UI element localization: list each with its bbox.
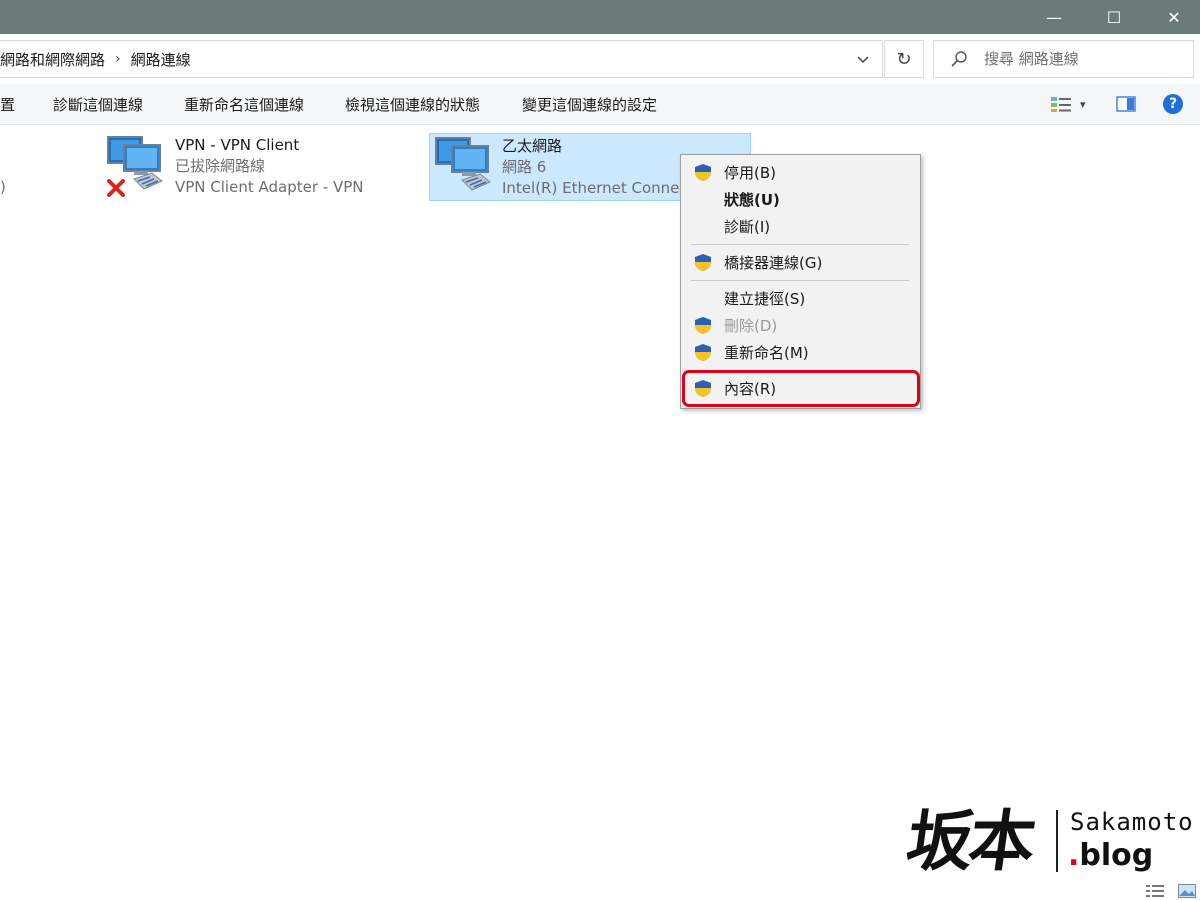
watermark-blog-text: blog	[1079, 838, 1154, 873]
change-view-button[interactable]: ▾	[1050, 84, 1086, 124]
connection-name: VPN - VPN Client	[175, 136, 300, 154]
connection-text: 乙太網路 網路 6 Intel(R) Ethernet Connec	[502, 136, 688, 199]
status-view-toggles	[1146, 884, 1196, 898]
breadcrumb-chevron-icon[interactable]: ›	[115, 51, 121, 67]
diagnose-connection-button[interactable]: 診斷這個連線	[53, 84, 143, 124]
annotation-highlight-box	[682, 370, 920, 407]
maximize-button[interactable]: ☐	[1084, 0, 1144, 34]
breadcrumb-network-internet[interactable]: 網路和網際網路	[0, 49, 105, 70]
menu-separator	[691, 280, 909, 281]
help-button[interactable]: ?	[1163, 84, 1183, 124]
minimize-icon: —	[1046, 7, 1062, 27]
refresh-icon: ↻	[896, 48, 912, 70]
watermark-dot: .	[1068, 838, 1080, 873]
connection-text: VPN - VPN Client 已拔除網路線 VPN Client Adapt…	[175, 135, 363, 198]
view-status-button[interactable]: 檢視這個連線的狀態	[345, 84, 480, 124]
menu-item-disable[interactable]: 停用(B)	[681, 159, 920, 185]
uac-shield-icon	[695, 164, 711, 181]
uac-shield-icon	[695, 254, 711, 271]
command-bar: 置 診斷這個連線 重新命名這個連線 檢視這個連線的狀態 變更這個連線的設定 ▾ …	[0, 84, 1200, 125]
view-dropdown-icon[interactable]: ▾	[1080, 98, 1086, 111]
connection-adapter: VPN Client Adapter - VPN	[175, 178, 364, 196]
address-dropdown-button[interactable]	[850, 49, 876, 71]
watermark-blog: .blog	[1068, 838, 1153, 873]
help-icon: ?	[1163, 94, 1183, 114]
connection-adapter: Intel(R) Ethernet Connec	[502, 179, 688, 197]
breadcrumb-network-connections[interactable]: 網路連線	[131, 49, 191, 70]
watermark-logo: 坂本 Sakamoto .blog	[902, 788, 1198, 888]
refresh-button[interactable]: ↻	[884, 40, 924, 78]
connection-name: 乙太網路	[502, 137, 563, 155]
view-options-icon	[1051, 97, 1071, 112]
connection-item-vpn[interactable]: VPN - VPN Client 已拔除網路線 VPN Client Adapt…	[104, 133, 384, 201]
menu-item-delete: 刪除(D)	[681, 312, 920, 338]
menu-item-label: 橋接器連線(G)	[724, 253, 823, 272]
cut-off-item-text: )	[0, 178, 6, 196]
network-adapter-icon	[435, 137, 491, 191]
search-box[interactable]	[933, 40, 1194, 78]
menu-separator	[691, 244, 909, 245]
uac-shield-icon	[695, 317, 711, 334]
menu-item-label: 重新命名(M)	[724, 343, 809, 362]
menu-item-label: 診斷(I)	[724, 217, 771, 236]
details-view-icon[interactable]	[1146, 884, 1164, 898]
address-row: 網路和網際網路 › 網路連線 ↻	[0, 34, 1200, 84]
menu-item-diagnose[interactable]: 診斷(I)	[681, 213, 920, 239]
close-button[interactable]: ✕	[1144, 0, 1200, 34]
rename-connection-button[interactable]: 重新命名這個連線	[184, 84, 304, 124]
watermark-divider	[1056, 810, 1058, 872]
menu-item-label: 停用(B)	[724, 163, 776, 182]
search-icon	[951, 51, 967, 67]
menu-item-rename[interactable]: 重新命名(M)	[681, 339, 920, 365]
menu-item-label: 狀態(U)	[724, 190, 780, 209]
title-bar: — ☐ ✕	[0, 0, 1200, 34]
address-bar[interactable]: 網路和網際網路 › 網路連線	[0, 40, 883, 78]
connection-status: 已拔除網路線	[175, 157, 266, 175]
search-input[interactable]	[982, 49, 1186, 69]
watermark-site: Sakamoto	[1070, 808, 1194, 836]
uac-shield-icon	[695, 344, 711, 361]
minimize-button[interactable]: —	[1024, 0, 1084, 34]
connection-status: 網路 6	[502, 158, 547, 176]
menu-item-create-shortcut[interactable]: 建立捷徑(S)	[681, 285, 920, 311]
preview-pane-button[interactable]	[1116, 84, 1136, 124]
menu-item-label: 刪除(D)	[724, 316, 778, 335]
disconnected-x-icon	[107, 179, 125, 197]
menu-item-label: 建立捷徑(S)	[724, 289, 806, 308]
maximize-icon: ☐	[1106, 7, 1122, 27]
preview-pane-icon	[1116, 96, 1136, 112]
command-cut-off[interactable]: 置	[0, 84, 15, 124]
watermark-kanji: 坂本	[901, 802, 1037, 880]
menu-item-bridge[interactable]: 橋接器連線(G)	[681, 249, 920, 275]
close-icon: ✕	[1167, 7, 1181, 27]
menu-item-status[interactable]: 狀態(U)	[681, 186, 920, 212]
large-icons-view-icon[interactable]	[1178, 884, 1196, 898]
chevron-down-icon	[857, 56, 869, 64]
change-settings-button[interactable]: 變更這個連線的設定	[522, 84, 657, 124]
